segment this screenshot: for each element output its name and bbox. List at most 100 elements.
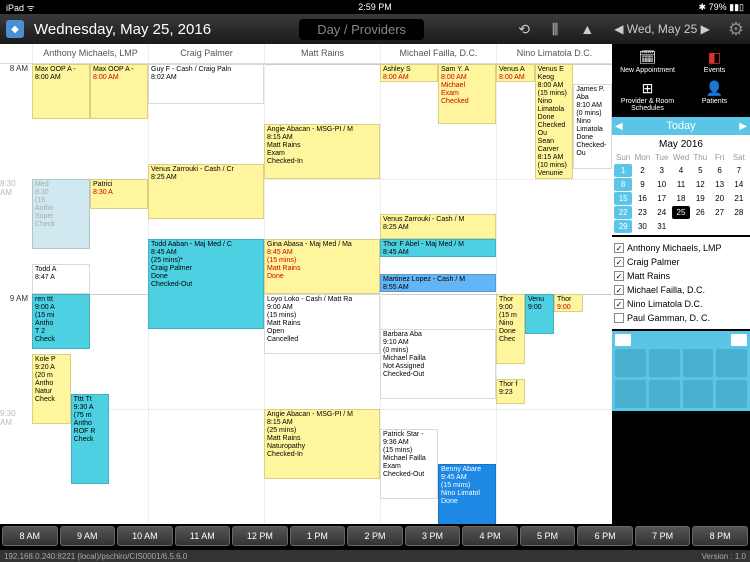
stats-icon[interactable]: ⫼ (552, 21, 558, 38)
time-jump-button[interactable]: 8 PM (692, 526, 748, 546)
appointment-block[interactable]: Thor F Abel - Maj Med / M8:45 AM (380, 239, 496, 257)
appointment-block[interactable]: Kole P9:20 A(20 mAnthoNaturCheck (32, 354, 71, 424)
time-jump-button[interactable]: 10 AM (117, 526, 173, 546)
calendar-day[interactable]: 18 (672, 192, 690, 205)
time-jump-button[interactable]: 11 AM (175, 526, 231, 546)
cal-next-icon[interactable]: ▶ (739, 121, 747, 132)
side-action-button[interactable]: ◧Events (681, 46, 748, 77)
appointment-block[interactable]: Todd Aaban - Maj Med / C8:45 AM(25 mins)… (148, 239, 264, 329)
appointment-block[interactable]: Med8:30(15AnthoSuperCheck (32, 179, 90, 249)
appointment-block[interactable]: James P. Aba8:10 AM(0 mins)Nino Limatola… (573, 84, 612, 169)
calendar-day[interactable]: 13 (710, 178, 728, 191)
mini-calendar[interactable]: May 2016 SunMonTueWedThuFriSat1234567891… (612, 135, 750, 235)
appointment-block[interactable]: Thor f9:23 (496, 379, 525, 404)
calendar-day[interactable]: 16 (633, 192, 651, 205)
provider-column-header[interactable]: Michael Failla, D.C. (380, 44, 496, 63)
appointment-block[interactable]: Loyo Loko - Cash / Matt Ra9:00 AM(15 min… (264, 294, 380, 354)
calendar-day[interactable]: 30 (633, 220, 651, 233)
room-cell[interactable] (683, 349, 714, 377)
side-action-button[interactable]: 🗓New Appointment (614, 46, 681, 77)
checkbox-icon[interactable]: ✓ (614, 285, 624, 295)
appointment-block[interactable]: Venus Zarrouki - Cash / M8:25 AM (380, 214, 496, 239)
provider-column-header[interactable]: Anthony Michaels, LMP (32, 44, 148, 63)
side-action-button[interactable]: 👤Patients (681, 77, 748, 115)
time-jump-button[interactable]: 8 AM (2, 526, 58, 546)
appointment-block[interactable]: Thor9:00(15 mNinoDoneChec (496, 294, 525, 364)
provider-filter-list[interactable]: ✓Anthony Michaels, LMP✓Craig Palmer✓Matt… (612, 237, 750, 329)
appointment-block[interactable]: Thor9:00 (554, 294, 583, 312)
calendar-day[interactable]: 24 (653, 206, 671, 219)
calendar-day[interactable]: 2 (633, 164, 651, 177)
calendar-day[interactable]: 9 (633, 178, 651, 191)
calendar-day[interactable]: 29 (614, 220, 632, 233)
time-jump-button[interactable]: 4 PM (462, 526, 518, 546)
calendar-day[interactable]: 21 (730, 192, 748, 205)
calendar-day[interactable]: 7 (730, 164, 748, 177)
appointment-block[interactable]: Venus Zarrouki - Cash / Cr8:25 AM (148, 164, 264, 219)
provider-filter-item[interactable]: ✓Michael Failla, D.C. (614, 283, 748, 297)
checkbox-icon[interactable]: ✓ (614, 299, 624, 309)
checkbox-icon[interactable] (614, 313, 624, 323)
schedule-grid[interactable]: Anthony Michaels, LMPCraig PalmerMatt Ra… (0, 44, 612, 534)
calendar-day[interactable]: 12 (691, 178, 709, 191)
time-jump-button[interactable]: 9 AM (60, 526, 116, 546)
provider-filter-item[interactable]: Paul Gamman, D. C. (614, 311, 748, 325)
appointment-block[interactable]: Patrick Star -9:36 AM(15 mins)Michael Fa… (380, 429, 438, 499)
provider-filter-item[interactable]: ✓Matt Rains (614, 269, 748, 283)
alert-icon[interactable]: ▲ (580, 21, 594, 37)
appointment-block[interactable]: Ashley S8:00 AM (380, 64, 438, 82)
room-cell[interactable] (649, 349, 680, 377)
provider-filter-item[interactable]: ✓Anthony Michaels, LMP (614, 241, 748, 255)
appointment-block[interactable]: Angie Abacan - MSG-PI / M8:15 AM(25 mins… (264, 409, 380, 479)
calendar-day[interactable]: 31 (653, 220, 671, 233)
appointment-block[interactable]: Venus E Keog8:00 AM(15 mins)Nino Limatol… (535, 64, 574, 179)
time-jump-button[interactable]: 1 PM (290, 526, 346, 546)
provider-column-header[interactable]: Craig Palmer (148, 44, 264, 63)
room-cell[interactable] (615, 380, 646, 408)
calendar-day[interactable]: 15 (614, 192, 632, 205)
calendar-day[interactable]: 5 (691, 164, 709, 177)
time-jump-button[interactable]: 2 PM (347, 526, 403, 546)
appointment-block[interactable]: Todd A8:47 A (32, 264, 90, 294)
settings-icon[interactable]: ⚙ (728, 19, 744, 40)
calendar-day[interactable]: 3 (653, 164, 671, 177)
time-jump-button[interactable]: 5 PM (520, 526, 576, 546)
calendar-day[interactable]: 28 (730, 206, 748, 219)
time-jump-button[interactable]: 6 PM (577, 526, 633, 546)
calendar-day[interactable]: 23 (633, 206, 651, 219)
calendar-day[interactable]: 11 (672, 178, 690, 191)
appointment-block[interactable]: ren ttt9:00 A(15 miAnthoT 2Check (32, 294, 90, 349)
appointment-block[interactable]: Max OOP A -8:00 AM (32, 64, 90, 119)
calendar-day[interactable]: 20 (710, 192, 728, 205)
time-jump-bar[interactable]: 8 AM9 AM10 AM11 AM12 PM1 PM2 PM3 PM4 PM5… (0, 524, 750, 548)
appointment-block[interactable]: Max OOP A -8:00 AM (90, 64, 148, 119)
checkbox-icon[interactable]: ✓ (614, 243, 624, 253)
room-cell[interactable] (716, 380, 747, 408)
header-date-short[interactable]: ◀ Wed, May 25 ▶ (614, 22, 710, 36)
appointment-block[interactable]: Venu9:00 (525, 294, 554, 334)
refresh-icon[interactable]: ⟲ (518, 21, 530, 38)
calendar-day[interactable]: 10 (653, 178, 671, 191)
calendar-day[interactable]: 6 (710, 164, 728, 177)
view-mode-selector[interactable]: Day / Providers (299, 19, 424, 40)
cal-prev-icon[interactable]: ◀ (615, 121, 623, 132)
appointment-block[interactable]: Martinez Lopez - Cash / M8:55 AM (380, 274, 496, 292)
side-action-button[interactable]: ⊞Provider & Room Schedules (614, 77, 681, 115)
calendar-day[interactable]: 26 (691, 206, 709, 219)
calendar-day[interactable]: 1 (614, 164, 632, 177)
checkbox-icon[interactable]: ✓ (614, 271, 624, 281)
room-cell[interactable] (615, 349, 646, 377)
calendar-day[interactable]: 22 (614, 206, 632, 219)
appointment-block[interactable]: Guy F - Cash / Craig Paln8:02 AM (148, 64, 264, 104)
provider-column-header[interactable]: Nino Limatola D.C. (496, 44, 612, 63)
room-cell[interactable] (649, 380, 680, 408)
calendar-day[interactable]: 17 (653, 192, 671, 205)
time-jump-button[interactable]: 12 PM (232, 526, 288, 546)
checkbox-icon[interactable]: ✓ (614, 257, 624, 267)
calendar-day[interactable]: 25 (672, 206, 690, 219)
provider-filter-item[interactable]: ✓Nino Limatola D.C. (614, 297, 748, 311)
calendar-day[interactable]: 19 (691, 192, 709, 205)
provider-column-header[interactable]: Matt Rains (264, 44, 380, 63)
time-jump-button[interactable]: 3 PM (405, 526, 461, 546)
room-cell[interactable] (716, 349, 747, 377)
